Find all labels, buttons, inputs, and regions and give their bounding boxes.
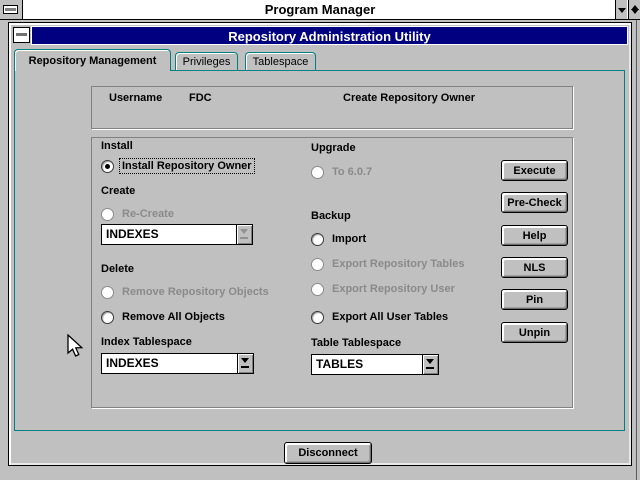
restore-icon[interactable] — [628, 0, 640, 19]
combobox-value: INDEXES — [102, 354, 237, 373]
radio-label: Import — [330, 232, 368, 246]
radio-remove-repository-objects: Remove Repository Objects — [101, 285, 271, 299]
radio-circle — [311, 311, 324, 324]
username-value: FDC — [189, 92, 212, 104]
username-label: Username — [109, 92, 162, 104]
radio-circle — [101, 208, 114, 221]
combobox-dropdown-icon[interactable] — [237, 354, 253, 373]
index-tablespace-combobox[interactable]: INDEXES — [101, 353, 254, 374]
combobox-dropdown-icon[interactable] — [422, 355, 438, 374]
create-section-label: Create — [101, 185, 135, 197]
radio-label: Remove All Objects — [120, 310, 227, 324]
radio-label: Remove Repository Objects — [120, 285, 271, 299]
minimize-icon[interactable] — [615, 0, 627, 19]
radio-export-repository-user: Export Repository User — [311, 282, 457, 296]
radio-import[interactable]: Import — [311, 232, 368, 246]
radio-to-607: To 6.0.7 — [311, 165, 374, 179]
radio-label: Export Repository User — [330, 282, 457, 296]
operation-label: Create Repository Owner — [343, 92, 475, 104]
radio-circle — [311, 233, 324, 246]
recreate-index-tablespace-combobox[interactable]: INDEXES — [101, 224, 253, 245]
radio-install-repository-owner[interactable]: Install Repository Owner — [101, 159, 254, 173]
radio-circle — [311, 166, 324, 179]
combobox-dropdown-icon — [236, 225, 252, 244]
unpin-button[interactable]: Unpin — [501, 322, 568, 343]
program-manager-title: Program Manager — [0, 2, 640, 17]
radio-recreate: Re-Create — [101, 207, 176, 221]
combobox-value: TABLES — [312, 355, 422, 374]
disconnect-button[interactable]: Disconnect — [284, 442, 372, 464]
table-tablespace-label: Table Tablespace — [311, 337, 401, 349]
radio-label: To 6.0.7 — [330, 165, 374, 179]
app-titlebar[interactable]: Repository Administration Utility — [31, 26, 628, 45]
radio-export-repository-tables: Export Repository Tables — [311, 257, 466, 271]
mouse-cursor — [64, 334, 88, 365]
tab-repository-management[interactable]: Repository Management — [14, 49, 171, 71]
delete-section-label: Delete — [101, 263, 134, 275]
combobox-value: INDEXES — [102, 225, 236, 244]
radio-circle — [101, 286, 114, 299]
radio-circle — [311, 283, 324, 296]
repository-admin-window: Repository Administration Utility Reposi… — [8, 22, 632, 466]
program-manager-titlebar: Program Manager — [0, 0, 640, 20]
radio-label: Export All User Tables — [330, 310, 450, 324]
index-tablespace-label: Index Tablespace — [101, 336, 192, 348]
radio-remove-all-objects[interactable]: Remove All Objects — [101, 310, 227, 324]
upgrade-section-label: Upgrade — [311, 142, 356, 154]
nls-button[interactable]: NLS — [501, 257, 568, 278]
session-header-box — [91, 86, 573, 129]
radio-circle — [311, 258, 324, 271]
tab-privileges[interactable]: Privileges — [175, 52, 238, 71]
radio-label: Re-Create — [120, 207, 176, 221]
tab-tablespace[interactable]: Tablespace — [245, 52, 316, 71]
window-frame-edge — [636, 20, 637, 480]
radio-circle — [101, 311, 114, 324]
precheck-button[interactable]: Pre-Check — [501, 192, 568, 213]
execute-button[interactable]: Execute — [501, 160, 568, 181]
app-title: Repository Administration Utility — [32, 29, 627, 44]
radio-export-all-user-tables[interactable]: Export All User Tables — [311, 310, 450, 324]
install-section-label: Install — [101, 140, 133, 152]
radio-label: Export Repository Tables — [330, 257, 466, 271]
radio-circle — [101, 160, 114, 173]
radio-label: Install Repository Owner — [120, 159, 254, 173]
backup-section-label: Backup — [311, 210, 351, 222]
app-system-menu-icon[interactable] — [13, 27, 30, 43]
help-button[interactable]: Help — [501, 225, 568, 246]
pin-button[interactable]: Pin — [501, 289, 568, 310]
table-tablespace-combobox[interactable]: TABLES — [311, 354, 439, 375]
